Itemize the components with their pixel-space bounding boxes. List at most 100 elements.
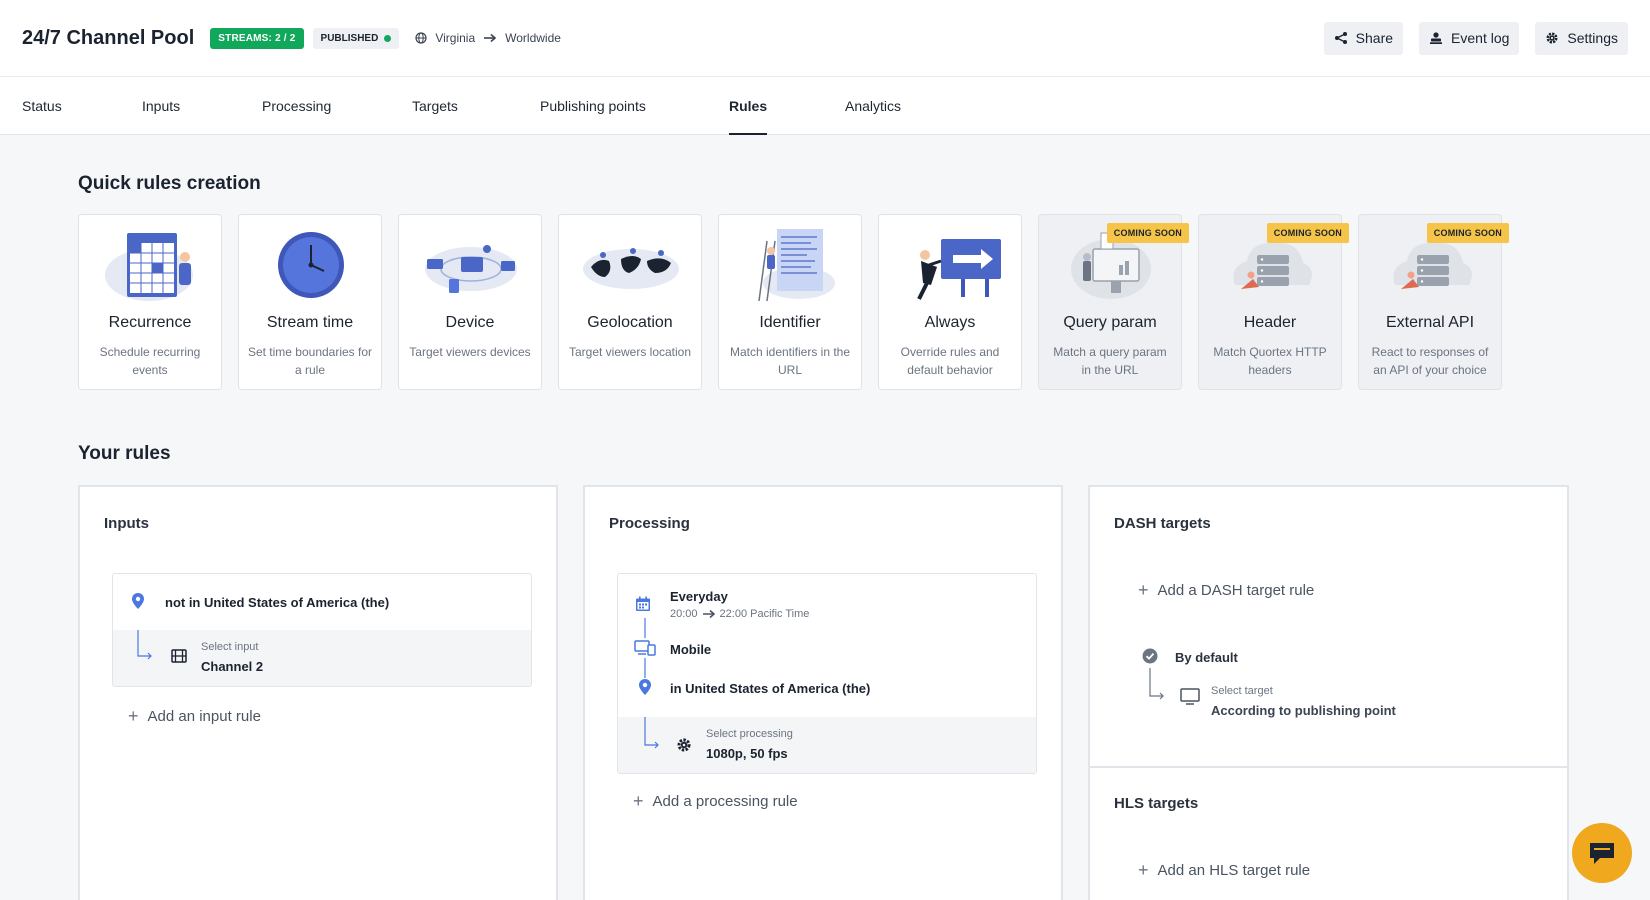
published-label: PUBLISHED: [320, 32, 379, 44]
card-description: React to responses of an API of your cho…: [1371, 345, 1489, 377]
card-title: Recurrence: [108, 314, 192, 331]
targets-rules-column: DASH targets + Add a DASH target rule By…: [1088, 485, 1569, 900]
tab-processing[interactable]: Processing: [262, 77, 331, 135]
devices-illustration-icon: [425, 245, 517, 293]
your-rules-title: Your rules: [78, 443, 171, 464]
select-processing-value[interactable]: 1080p, 50 fps: [706, 746, 788, 761]
plus-icon: +: [633, 791, 644, 811]
column-title: Inputs: [104, 515, 149, 532]
event-log-button[interactable]: Event log: [1419, 21, 1520, 55]
select-input-label: Select input: [201, 641, 259, 653]
time-from: 20:00: [670, 608, 698, 620]
add-dash-target-rule-button[interactable]: + Add a DASH target rule: [1138, 581, 1314, 599]
coming-soon-badge: COMING SOON: [1106, 223, 1189, 243]
connector-arrow-icon: [137, 630, 152, 660]
document-illustration-icon: [758, 229, 835, 302]
check-circle-icon: [1142, 648, 1158, 664]
input-rule-card[interactable]: not in United States of America (the) Se…: [112, 573, 532, 687]
inputs-rules-column: Inputs not in United States of America (…: [78, 485, 558, 900]
add-processing-rule-button[interactable]: + Add a processing rule: [633, 792, 798, 810]
page-header: 24/7 Channel Pool STREAMS: 2 / 2 PUBLISH…: [0, 0, 1650, 77]
card-header[interactable]: COMING SOON Header Match Quortex HTTP he…: [1198, 214, 1349, 390]
card-geolocation[interactable]: Geolocation Target viewers location: [558, 214, 702, 390]
add-input-rule-label: Add an input rule: [147, 707, 261, 725]
film-icon: [171, 649, 187, 663]
monitor-icon: [1180, 688, 1200, 705]
card-identifier[interactable]: Identifier Match identifiers in the URL: [718, 214, 862, 390]
mobile-devices-icon: [634, 640, 656, 656]
chat-launcher-button[interactable]: [1572, 823, 1632, 883]
tab-publishing-points[interactable]: Publishing points: [540, 77, 646, 135]
card-device[interactable]: Device Target viewers devices: [398, 214, 542, 390]
card-description: Match identifiers in the URL: [729, 345, 851, 377]
coming-soon-badge: COMING SOON: [1266, 223, 1349, 243]
device-condition: Mobile: [670, 642, 712, 657]
card-external-api[interactable]: COMING SOON External API React to respon…: [1358, 214, 1509, 390]
card-title: Geolocation: [587, 314, 673, 331]
plus-icon: +: [1138, 580, 1149, 600]
card-always[interactable]: Always Override rules and default behavi…: [878, 214, 1022, 390]
tab-analytics[interactable]: Analytics: [845, 77, 901, 135]
route-from: Virginia: [435, 31, 476, 45]
card-title: Always: [924, 314, 976, 331]
settings-button[interactable]: Settings: [1535, 21, 1628, 55]
tab-targets[interactable]: Targets: [412, 77, 458, 135]
event-log-label: Event log: [1451, 30, 1510, 46]
time-to: 22:00 Pacific Time: [719, 608, 810, 620]
chat-icon: [1590, 843, 1614, 864]
processing-rule-selection: Select processing 1080p, 50 fps: [618, 717, 1036, 773]
card-description: Target viewers devices: [409, 345, 531, 359]
coming-soon-badge: COMING SOON: [1426, 223, 1509, 243]
route-info: Virginia Worldwide: [415, 31, 561, 45]
share-icon: [1334, 32, 1347, 44]
streams-badge: STREAMS: 2 / 2: [210, 27, 304, 49]
schedule-condition: Everyday: [670, 589, 728, 604]
select-target-label: Select target: [1211, 685, 1273, 697]
share-button[interactable]: Share: [1323, 21, 1404, 55]
card-title: Stream time: [266, 314, 354, 331]
gear-icon: [677, 738, 691, 752]
location-condition: in United States of America (the): [670, 681, 871, 696]
page-title: 24/7 Channel Pool: [22, 26, 195, 49]
plus-icon: +: [128, 706, 139, 726]
calendar-icon: [636, 596, 650, 611]
tab-status[interactable]: Status: [22, 77, 62, 135]
card-description: Match Quortex HTTP headers: [1213, 345, 1327, 377]
tab-inputs[interactable]: Inputs: [142, 77, 180, 135]
share-label: Share: [1355, 30, 1394, 46]
input-rule-selection: Select input Channel 2: [113, 630, 531, 686]
default-target-label: By default: [1175, 650, 1238, 665]
connector-arrow-icon: [1149, 668, 1164, 700]
location-pin-icon: [639, 679, 651, 695]
processing-rules-column: Processing Everyday 20:00 22:00 Pacific …: [583, 485, 1063, 900]
location-pin-icon: [132, 593, 144, 609]
card-title: External API: [1385, 314, 1475, 331]
card-title: Query param: [1063, 314, 1157, 331]
plus-icon: +: [1138, 860, 1149, 880]
status-dot-icon: [384, 34, 392, 42]
card-description: Override rules and default behavior: [900, 345, 1000, 377]
select-target-value[interactable]: According to publishing point: [1211, 703, 1396, 718]
card-stream-time[interactable]: Stream time Set time boundaries for a ru…: [238, 214, 382, 390]
add-dash-target-rule-label: Add a DASH target rule: [1157, 581, 1315, 599]
card-query-param[interactable]: COMING SOON Query param Match a query pa…: [1038, 214, 1189, 390]
arrow-right-icon: [484, 33, 497, 43]
tab-rules[interactable]: Rules: [729, 77, 768, 135]
card-title: Device: [445, 314, 495, 331]
processing-rule-card[interactable]: Everyday 20:00 22:00 Pacific Time Mobile…: [617, 573, 1037, 774]
card-description: Set time boundaries for a rule: [247, 345, 373, 377]
settings-label: Settings: [1567, 30, 1618, 46]
quick-rules-title: Quick rules creation: [78, 173, 261, 194]
connector-line-icon: [644, 658, 646, 678]
column-title: Processing: [609, 515, 690, 532]
add-hls-target-rule-button[interactable]: + Add an HLS target rule: [1138, 861, 1310, 879]
globe-icon: [415, 32, 427, 44]
calendar-illustration-icon: [105, 233, 193, 301]
select-input-value[interactable]: Channel 2: [201, 659, 263, 674]
connector-arrow-icon: [644, 717, 659, 749]
add-input-rule-button[interactable]: + Add an input rule: [128, 707, 261, 725]
route-to: Worldwide: [505, 31, 561, 45]
world-map-illustration-icon: [583, 248, 679, 289]
card-recurrence[interactable]: Recurrence Schedule recurring events: [78, 214, 222, 390]
card-description: Schedule recurring events: [99, 345, 201, 377]
